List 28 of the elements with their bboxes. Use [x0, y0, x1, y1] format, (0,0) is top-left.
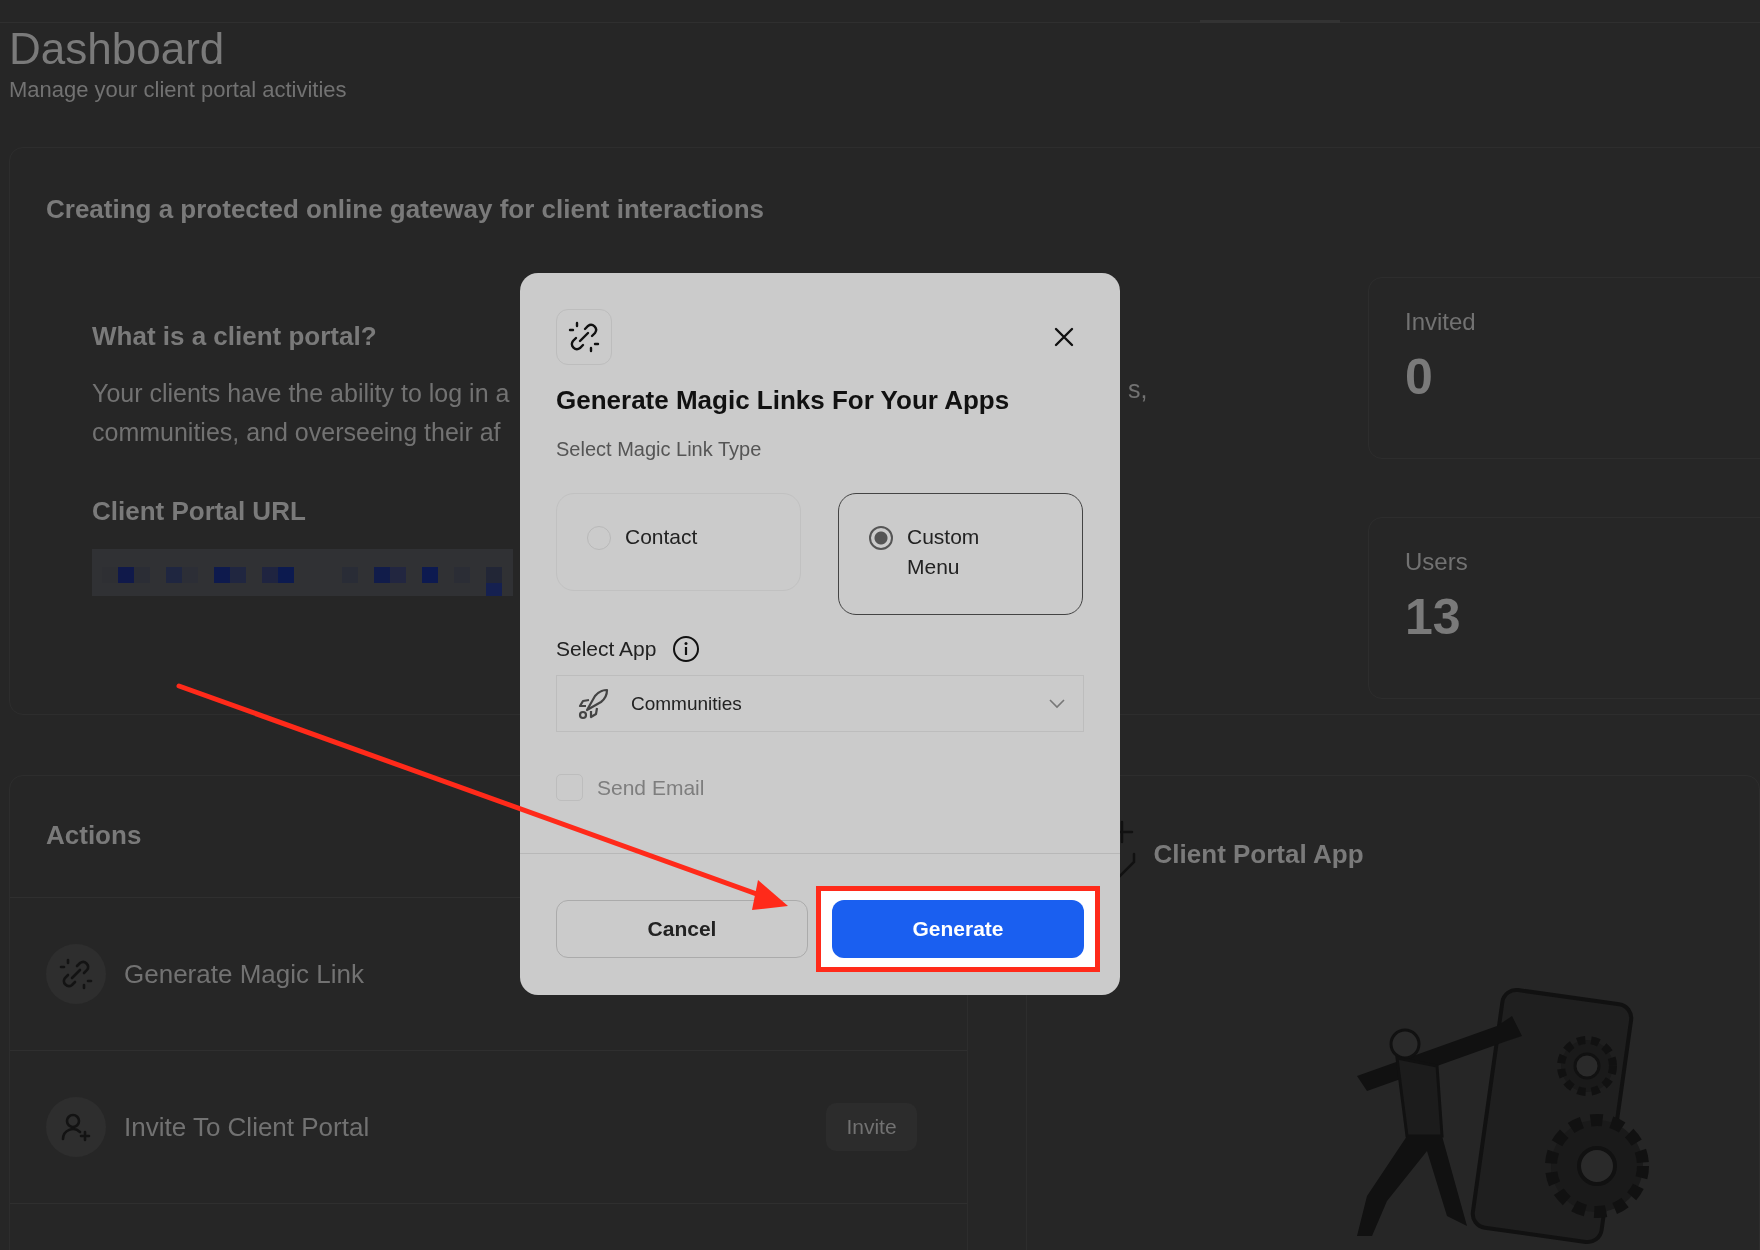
- stat-label: Users: [1405, 548, 1469, 576]
- field-label: Select App: [556, 637, 657, 661]
- description-text: s,: [1128, 375, 1148, 404]
- checkbox-label: Send Email: [597, 775, 705, 800]
- stat-label: Invited: [1405, 308, 1477, 336]
- info-icon[interactable]: [672, 635, 701, 663]
- card-heading: Creating a protected online gateway for client interactions: [45, 193, 766, 225]
- add-user-icon: [46, 1097, 106, 1157]
- link-type-option[interactable]: Custom Menu: [838, 493, 1083, 615]
- action-label: Generate Magic Link: [124, 958, 365, 990]
- generate-button[interactable]: Generate: [832, 900, 1084, 958]
- link-icon: [46, 944, 106, 1004]
- field-label: Select Magic Link Type: [556, 438, 763, 461]
- radio-button[interactable]: [869, 526, 893, 550]
- stat-value: 13: [1405, 588, 1462, 646]
- app-select[interactable]: Communities: [556, 675, 1084, 732]
- section-heading: What is a client portal?: [92, 321, 377, 352]
- section-heading: Client Portal URL: [92, 496, 306, 527]
- description-text: Your clients have the ability to log in a communities, and overseeing their af: [92, 378, 510, 448]
- chevron-down-icon: [1049, 698, 1065, 709]
- link-icon: [556, 309, 612, 365]
- card-heading: Client Portal App: [1153, 838, 1364, 870]
- page-title: Dashboard: [9, 25, 226, 73]
- action-label: Invite To Client Portal: [124, 1111, 371, 1143]
- link-type-option[interactable]: Contact: [556, 493, 801, 591]
- stat-value: 0: [1405, 348, 1434, 406]
- dialog-title: Generate Magic Links For Your Apps: [556, 385, 1011, 416]
- page-subtitle: Manage your client portal activities: [9, 77, 348, 103]
